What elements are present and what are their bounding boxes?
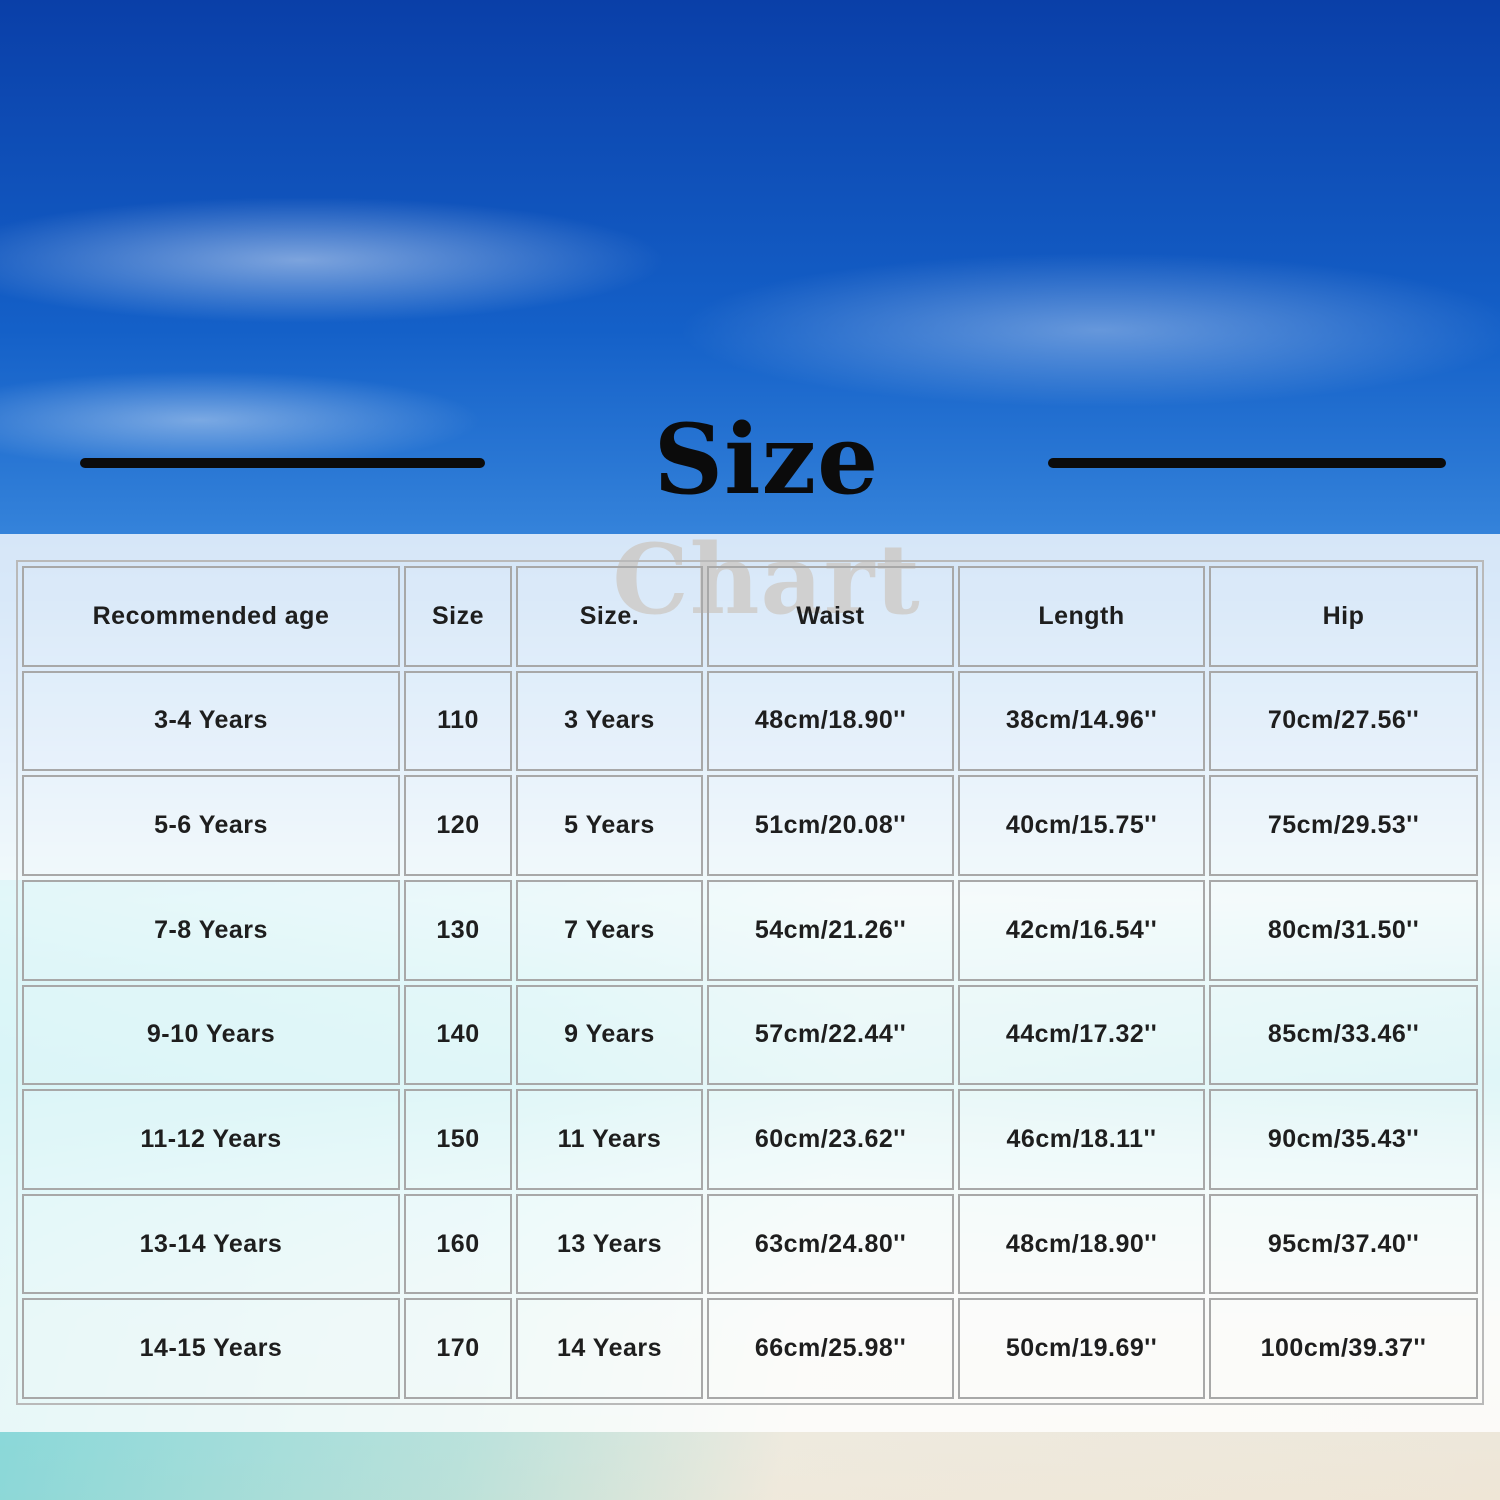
table-cell: 5-6 Years [22, 775, 400, 876]
table-cell: 48cm/18.90'' [958, 1193, 1205, 1295]
header-cell: Size. [516, 566, 703, 667]
table-row: 3-4 Years 110 3 Years 48cm/18.90'' 38cm/… [22, 670, 1478, 772]
table-cell: 90cm/35.43'' [1209, 1089, 1478, 1190]
title-rule-right [1048, 458, 1446, 468]
table-cell: 110 [404, 670, 512, 772]
table-cell: 13 Years [516, 1193, 703, 1295]
table-cell: 44cm/17.32'' [958, 984, 1205, 1086]
table-cell: 7 Years [516, 879, 703, 981]
table-cell: 80cm/31.50'' [1209, 879, 1478, 981]
table-cell: 130 [404, 879, 512, 981]
header-cell: Recommended age [22, 566, 400, 667]
table-cell: 3-4 Years [22, 670, 400, 772]
table-cell: 95cm/37.40'' [1209, 1193, 1478, 1295]
table-cell: 3 Years [516, 670, 703, 772]
table-cell: 11-12 Years [22, 1089, 400, 1190]
header-cell: Size [404, 566, 512, 667]
table-row: 9-10 Years 140 9 Years 57cm/22.44'' 44cm… [22, 984, 1478, 1086]
table-cell: 57cm/22.44'' [707, 984, 954, 1086]
table-cell: 140 [404, 984, 512, 1086]
header-row: Recommended age Size Size. Waist Length … [22, 566, 1478, 667]
table-cell: 170 [404, 1298, 512, 1399]
header-cell: Length [958, 566, 1205, 667]
table-cell: 50cm/19.69'' [958, 1298, 1205, 1399]
size-chart-table: Recommended age Size Size. Waist Length … [16, 560, 1484, 1405]
table-cell: 60cm/23.62'' [707, 1089, 954, 1190]
table-cell: 9-10 Years [22, 984, 400, 1086]
table-cell: 85cm/33.46'' [1209, 984, 1478, 1086]
page-title: Size Chart [612, 403, 919, 636]
table-cell: 150 [404, 1089, 512, 1190]
table-cell: 100cm/39.37'' [1209, 1298, 1478, 1399]
table-cell: 7-8 Years [22, 879, 400, 981]
table-cell: 13-14 Years [22, 1193, 400, 1295]
table-row: 14-15 Years 170 14 Years 66cm/25.98'' 50… [22, 1298, 1478, 1399]
table-row: 5-6 Years 120 5 Years 51cm/20.08'' 40cm/… [22, 775, 1478, 876]
table-cell: 5 Years [516, 775, 703, 876]
table-cell: 46cm/18.11'' [958, 1089, 1205, 1190]
table-row: 11-12 Years 150 11 Years 60cm/23.62'' 46… [22, 1089, 1478, 1190]
title-rule-left [80, 458, 485, 468]
table-cell: 160 [404, 1193, 512, 1295]
table-cell: 120 [404, 775, 512, 876]
table-cell: 66cm/25.98'' [707, 1298, 954, 1399]
header-cell: Hip [1209, 566, 1478, 667]
table-cell: 38cm/14.96'' [958, 670, 1205, 772]
header-cell: Waist [707, 566, 954, 667]
table-cell: 14-15 Years [22, 1298, 400, 1399]
table-cell: 51cm/20.08'' [707, 775, 954, 876]
table-cell: 9 Years [516, 984, 703, 1086]
table-row: 7-8 Years 130 7 Years 54cm/21.26'' 42cm/… [22, 879, 1478, 981]
title-bar: Size Chart [0, 400, 1500, 636]
table-cell: 75cm/29.53'' [1209, 775, 1478, 876]
table-cell: 54cm/21.26'' [707, 879, 954, 981]
table-cell: 11 Years [516, 1089, 703, 1190]
table-row: 13-14 Years 160 13 Years 63cm/24.80'' 48… [22, 1193, 1478, 1295]
table-cell: 63cm/24.80'' [707, 1193, 954, 1295]
table-cell: 70cm/27.56'' [1209, 670, 1478, 772]
table-cell: 42cm/16.54'' [958, 879, 1205, 981]
table-cell: 48cm/18.90'' [707, 670, 954, 772]
table-cell: 40cm/15.75'' [958, 775, 1205, 876]
table-cell: 14 Years [516, 1298, 703, 1399]
